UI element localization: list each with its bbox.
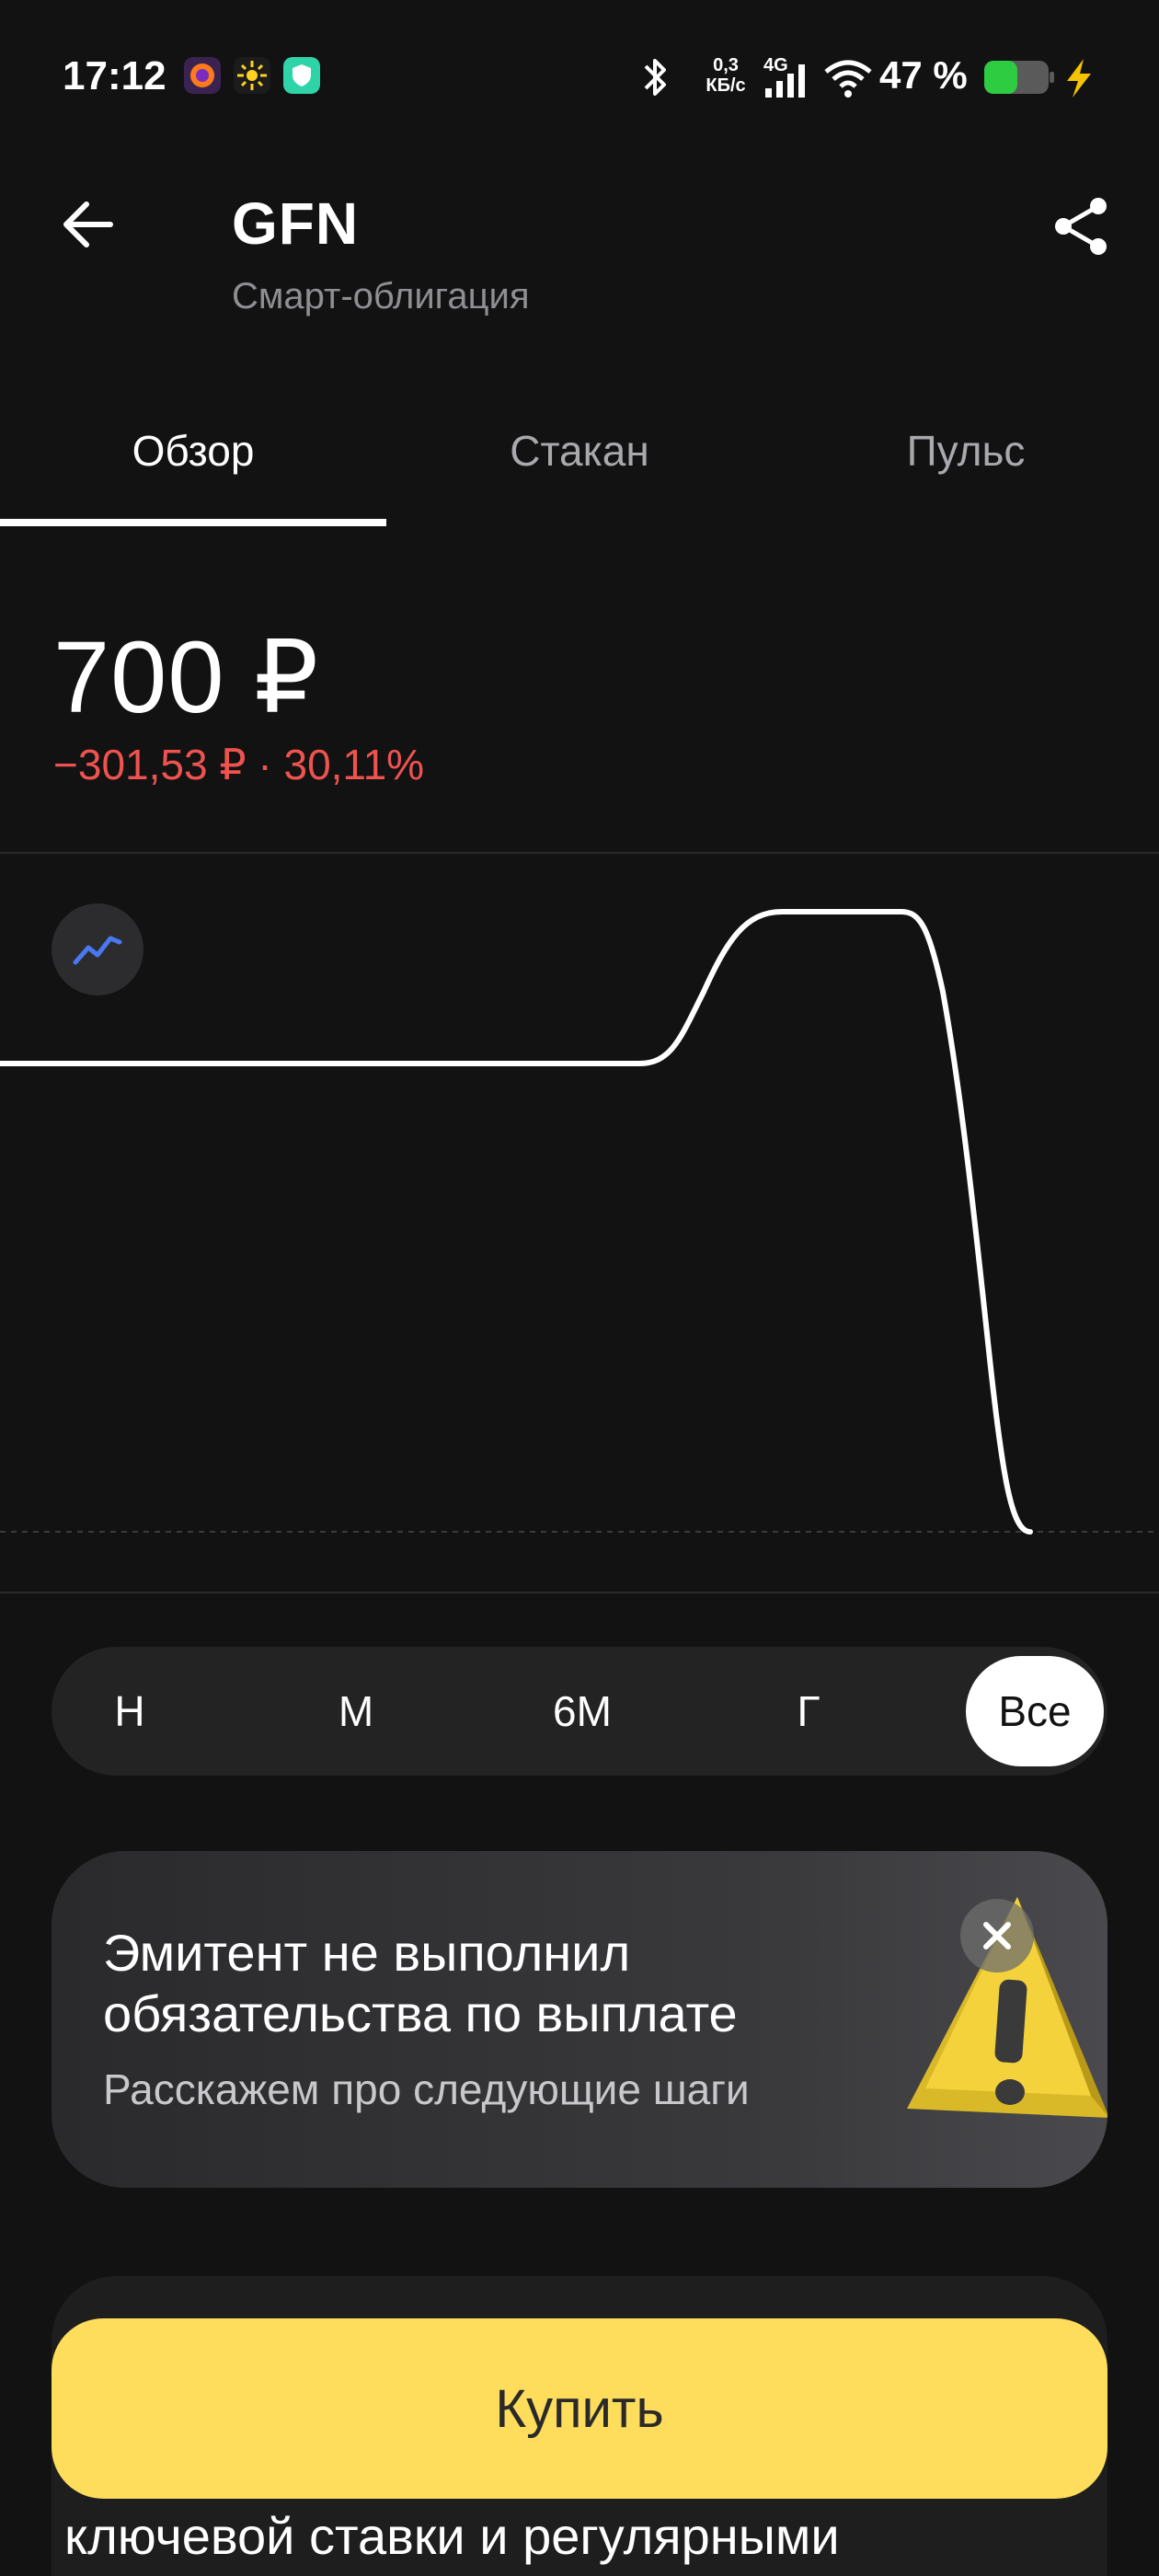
app-screen: 17:12 0,3 КБ/с 4G 47 % GFN Смарт-облигац… [0, 0, 1159, 2576]
wifi-icon [822, 52, 874, 103]
tab-order-book[interactable]: Стакан [386, 405, 773, 526]
speed-value: 0,3 [713, 55, 739, 75]
shield-app-icon [283, 57, 320, 94]
period-selector: Н М 6М Г Все [52, 1647, 1107, 1776]
price-value: 700 ₽ [53, 621, 320, 734]
line-chart-icon [73, 936, 122, 965]
price-line [0, 909, 1033, 1535]
network-speed: 0,3 КБ/с [699, 55, 752, 96]
page-subtitle: Смарт-облигация [232, 276, 530, 316]
sun-app-icon [234, 57, 270, 94]
tab-overview-label: Обзор [132, 427, 255, 475]
firefox-icon [184, 57, 221, 94]
status-time: 17:12 [63, 53, 166, 98]
battery-percent: 47 % [879, 53, 968, 97]
speed-unit: КБ/с [706, 75, 746, 96]
divider [0, 1592, 1159, 1593]
back-button[interactable] [55, 191, 121, 258]
charging-icon [1060, 52, 1096, 103]
share-button[interactable] [1045, 190, 1119, 263]
tab-bar: Обзор Стакан Пульс [0, 405, 1159, 526]
signal-icon [762, 52, 813, 103]
info-card-text: ключевой ставки и регулярными [64, 2507, 840, 2565]
price-change: −301,53 ₽ · 30,11% [53, 741, 425, 788]
buy-button[interactable]: Купить [52, 2318, 1107, 2499]
price-chart[interactable] [0, 854, 1159, 1590]
alert-subtitle: Расскажем про следующие шаги [103, 2065, 750, 2113]
period-6months[interactable]: 6М [513, 1656, 651, 1766]
status-bar: 17:12 0,3 КБ/с 4G 47 % [0, 0, 1159, 156]
alert-title: Эмитент не выполнил обязательства по вып… [103, 1924, 738, 2042]
close-icon [983, 1922, 1011, 1949]
alert-close-button[interactable] [960, 1899, 1034, 1972]
arrow-left-icon [63, 201, 113, 247]
period-year[interactable]: Г [740, 1656, 878, 1766]
chart-type-button[interactable] [52, 903, 143, 995]
battery-icon [982, 52, 1056, 103]
page-title: GFN [232, 190, 360, 257]
bluetooth-icon [638, 52, 671, 103]
period-month[interactable]: М [287, 1656, 425, 1766]
tab-order-book-label: Стакан [510, 427, 649, 475]
tab-pulse-label: Пульс [906, 427, 1026, 475]
tab-overview[interactable]: Обзор [0, 405, 386, 526]
share-icon [1055, 198, 1107, 255]
period-week[interactable]: Н [61, 1656, 199, 1766]
tab-active-indicator [0, 519, 386, 526]
tab-pulse[interactable]: Пульс [773, 405, 1159, 526]
period-all[interactable]: Все [966, 1656, 1104, 1766]
default-alert-card[interactable]: Эмитент не выполнил обязательства по вып… [52, 1851, 1107, 2188]
